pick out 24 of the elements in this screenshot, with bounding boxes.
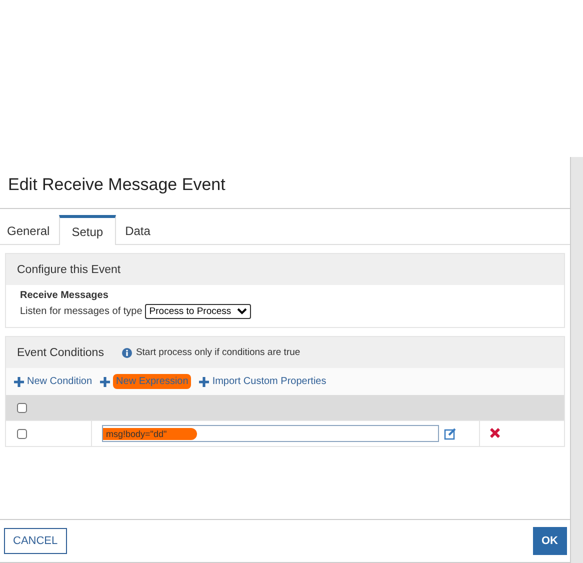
plus-icon [14,376,24,386]
plus-icon [199,376,210,386]
tab[interactable]: Data [118,215,158,244]
row-checkbox[interactable] [17,428,27,438]
dialog-title: Edit Receive Message Event [0,157,570,209]
tab[interactable]: General [0,215,57,244]
plus-icon [100,376,110,386]
add-link[interactable]: New Condition [14,374,92,389]
field-label: Listen for messages of type [20,306,142,317]
expression-field[interactable]: msg!body="dd" [102,425,439,442]
panel-heading: Event Conditions [17,346,104,358]
panel-heading: Configure this Event [17,264,121,276]
info-text: Start process only if conditions are true [136,347,300,358]
message-type-select[interactable]: Process to Process [145,304,252,319]
section-subheading: Receive Messages [20,290,110,301]
ok-button[interactable]: OK [532,527,567,555]
cancel-button[interactable]: CANCEL [4,528,67,554]
edit-icon[interactable] [444,428,456,440]
chevron-down-icon [237,308,248,315]
select-all-checkbox[interactable] [17,402,27,412]
tab[interactable]: Setup [58,215,116,245]
info-icon [122,348,132,358]
delete-icon[interactable] [490,428,500,438]
add-link[interactable]: Import Custom Properties [199,374,326,389]
